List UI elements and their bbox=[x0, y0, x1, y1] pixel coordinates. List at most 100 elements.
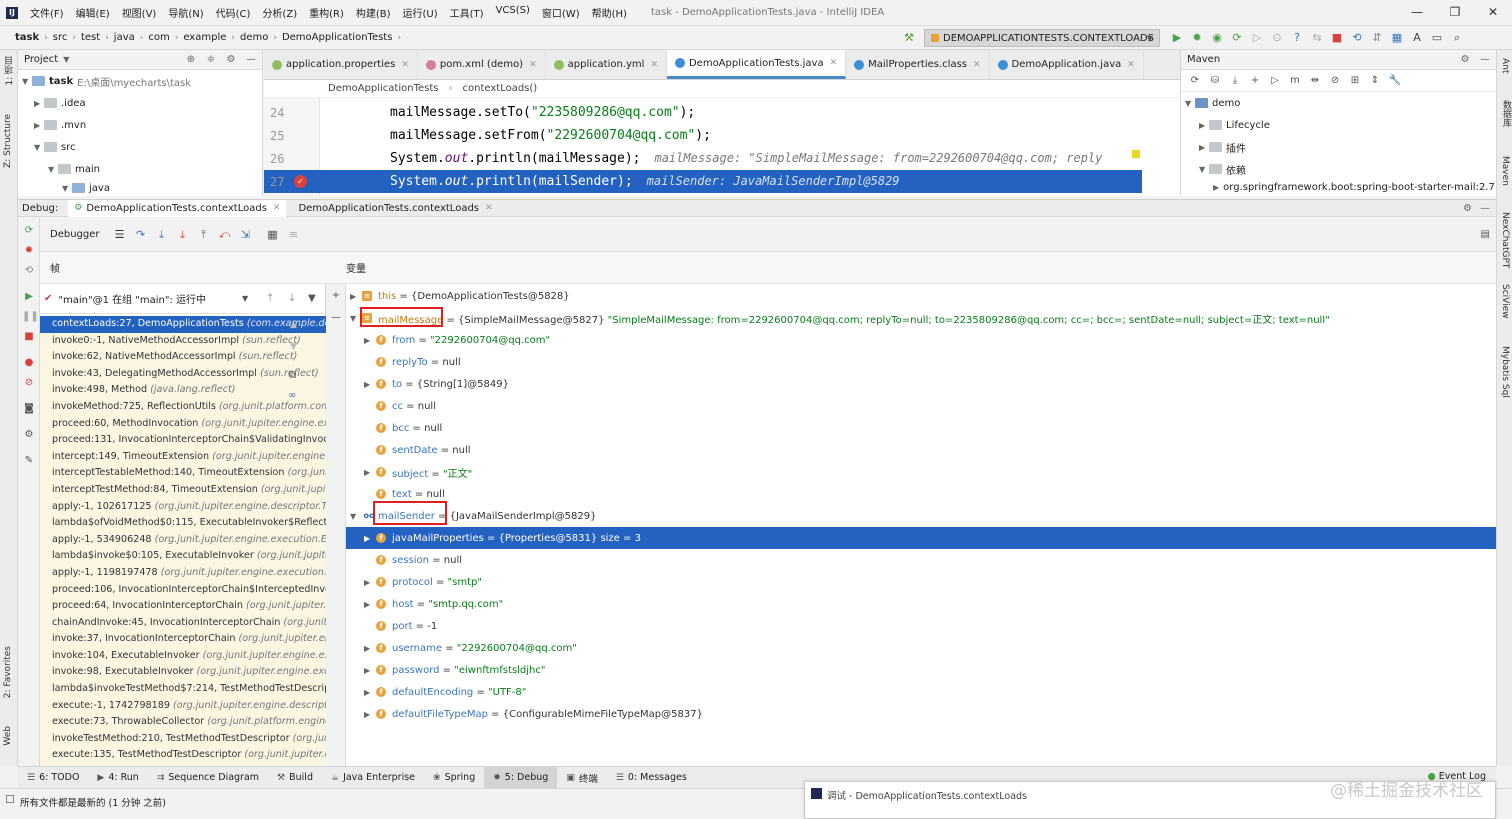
arrow-up-icon[interactable]: ▲ bbox=[290, 320, 297, 330]
variable-row[interactable]: f session = null bbox=[346, 549, 1496, 571]
breadcrumb-class[interactable]: DemoApplicationTests bbox=[328, 83, 439, 94]
variable-row[interactable]: ▶ f subject = "正文" bbox=[346, 461, 1496, 483]
mybatis-tool-tab[interactable]: Mybatis Sql bbox=[1500, 346, 1510, 398]
help-icon[interactable]: ? bbox=[1288, 30, 1306, 46]
bottom-tab-todo[interactable]: ☰ 6: TODO bbox=[18, 767, 88, 789]
stack-frame[interactable]: proceed:106, InvocationInterceptorChain$… bbox=[40, 582, 326, 599]
stack-frame[interactable]: lambda$invokeTestMethod$7:214, TestMetho… bbox=[40, 681, 326, 698]
editor-tab[interactable]: MailProperties.class ✕ bbox=[846, 50, 990, 79]
nexchatgpt-tool-tab[interactable]: NexChatGPT bbox=[1500, 212, 1510, 268]
variable-row[interactable]: f replyTo = null bbox=[346, 351, 1496, 373]
gear-icon[interactable]: ⚙ bbox=[22, 428, 36, 442]
variable-row[interactable]: ▼ ≡ mailMessage = {SimpleMailMessage@5827}… bbox=[346, 307, 1496, 329]
stack-frame[interactable]: apply:-1, 102617125 (org.junit.jupiter.e… bbox=[40, 499, 326, 516]
add-icon[interactable]: + bbox=[1247, 74, 1263, 88]
step-into-icon[interactable]: ⤓ bbox=[154, 227, 170, 243]
menu-item[interactable]: 构建(B) bbox=[350, 5, 397, 20]
structure-tool-tab[interactable]: Z: Structure bbox=[3, 114, 13, 168]
variable-row[interactable]: ▶ ≡ this = {DemoApplicationTests@5828} bbox=[346, 285, 1496, 307]
breadcrumb-item[interactable]: java bbox=[111, 32, 138, 43]
stack-frame[interactable]: interceptTestableMethod:140, TimeoutExte… bbox=[40, 465, 326, 482]
chevron-right-icon[interactable]: ▶ bbox=[364, 644, 370, 653]
editor-tab[interactable]: DemoApplicationTests.java ✕ bbox=[666, 50, 847, 79]
stack-frame[interactable]: contextLoads:27, DemoApplicationTests (c… bbox=[40, 316, 326, 333]
stack-frame[interactable]: apply:-1, 1198197478 (org.junit.jupiter.… bbox=[40, 565, 326, 582]
menu-item[interactable]: VCS(S) bbox=[490, 5, 536, 20]
bottom-tab-sequence-diagram[interactable]: ⇉ Sequence Diagram bbox=[148, 767, 268, 789]
thread-selector[interactable]: ✔ "main"@1 在组 "main": 运行中 ▼ ↑ ↓ ▼ bbox=[40, 284, 325, 314]
maven-item-demo[interactable]: ▼ demo bbox=[1181, 92, 1496, 114]
toggle-offline-icon[interactable]: ⇹ bbox=[1307, 74, 1323, 88]
variable-row[interactable]: ▼ oo mailSender = {JavaMailSenderImpl@5829… bbox=[346, 505, 1496, 527]
rerun-icon[interactable]: ⇆ bbox=[1308, 30, 1326, 46]
maven-tool-tab[interactable]: Maven bbox=[1500, 156, 1510, 186]
variable-row[interactable]: ▶ f javaMailProperties = {Properties@5831}… bbox=[346, 527, 1496, 549]
chevron-down-icon[interactable]: ▼ bbox=[242, 294, 248, 303]
maven-item-dependencies[interactable]: ▼ 依赖 bbox=[1181, 158, 1496, 180]
run-icon[interactable]: ▶ bbox=[1168, 30, 1186, 46]
variable-row[interactable]: ▶ f defaultEncoding = "UTF-8" bbox=[346, 681, 1496, 703]
ant-tool-tab[interactable]: Ant bbox=[1500, 58, 1510, 73]
maven-item-lifecycle[interactable]: ▶ Lifecycle bbox=[1181, 114, 1496, 136]
collapse-icon[interactable]: ⇕ bbox=[1367, 74, 1383, 88]
tree-item-root[interactable]: ▼ task E:\桌面\myecharts\task bbox=[18, 70, 262, 92]
pause-icon[interactable]: ❚❚ bbox=[22, 310, 39, 324]
evaluate-icon[interactable]: ▦ bbox=[265, 227, 281, 243]
bottom-tab-run[interactable]: ▶ 4: Run bbox=[88, 767, 147, 789]
breadcrumb-item[interactable]: example bbox=[180, 32, 229, 43]
variable-row[interactable]: ▶ f to = {String[1]@5849} bbox=[346, 373, 1496, 395]
stack-frame[interactable]: execute:-1, 1742798189 (org.junit.jupite… bbox=[40, 698, 326, 715]
menu-item[interactable]: 代码(C) bbox=[210, 5, 257, 20]
tree-item-main[interactable]: ▼ main bbox=[18, 158, 262, 180]
update-icon[interactable]: ⟲ bbox=[1348, 30, 1366, 46]
stack-frame[interactable]: invoke0:-1, NativeMethodAccessorImpl (su… bbox=[40, 333, 326, 350]
stack-frame[interactable]: invoke:37, InvocationInterceptorChain (o… bbox=[40, 631, 326, 648]
show-dependencies-icon[interactable]: ⊞ bbox=[1347, 74, 1363, 88]
trace-icon[interactable]: ≡ bbox=[286, 227, 302, 243]
breakpoint-icon[interactable]: ✓ bbox=[294, 175, 307, 188]
view-breakpoints-icon[interactable]: ● bbox=[22, 356, 36, 370]
stack-frame[interactable]: invoke:104, ExecutableInvoker (org.junit… bbox=[40, 648, 326, 665]
variable-row[interactable]: f sentDate = null bbox=[346, 439, 1496, 461]
breadcrumb-item[interactable]: task bbox=[12, 32, 42, 43]
sciview-tool-tab[interactable]: SciView bbox=[1500, 284, 1510, 319]
web-tool-tab[interactable]: Web bbox=[3, 726, 13, 746]
chevron-right-icon[interactable]: ▶ bbox=[364, 666, 370, 675]
locate-icon[interactable]: ⊕ bbox=[184, 53, 198, 67]
chevron-right-icon[interactable]: ▶ bbox=[364, 468, 370, 477]
close-icon[interactable]: ✕ bbox=[485, 203, 493, 213]
hide-icon[interactable]: — bbox=[1478, 53, 1492, 67]
drop-frame-icon[interactable]: ⤺ bbox=[217, 227, 233, 243]
stack-frame[interactable]: invoke:62, NativeMethodAccessorImpl (sun… bbox=[40, 349, 326, 366]
chevron-right-icon[interactable]: ▶ bbox=[364, 600, 370, 609]
stop-icon[interactable]: ■ bbox=[22, 330, 36, 344]
stack-frame[interactable]: proceed:60, MethodInvocation (org.junit.… bbox=[40, 416, 326, 433]
chevron-right-icon[interactable]: ▶ bbox=[364, 688, 370, 697]
menu-icon[interactable]: ☰ bbox=[112, 227, 128, 243]
stop-icon[interactable]: ■ bbox=[1328, 30, 1346, 46]
variable-row[interactable]: ▶ f from = "2292600704@qq.com" bbox=[346, 329, 1496, 351]
run-icon[interactable]: ▷ bbox=[1267, 74, 1283, 88]
rerun-failed-icon[interactable]: ✹ bbox=[22, 244, 36, 258]
chevron-right-icon[interactable]: ▶ bbox=[364, 578, 370, 587]
close-icon[interactable]: ✕ bbox=[650, 60, 658, 70]
stack-frame[interactable]: proceed:131, InvocationInterceptorChain$… bbox=[40, 432, 326, 449]
variable-row[interactable]: f bcc = null bbox=[346, 417, 1496, 439]
database-tool-tab[interactable]: 数据库 bbox=[1500, 100, 1512, 127]
arrow-down-icon[interactable]: ↓ bbox=[288, 293, 296, 304]
editor-tab[interactable]: DemoApplication.java ✕ bbox=[990, 50, 1144, 79]
chevron-right-icon[interactable]: ▶ bbox=[364, 336, 370, 345]
arrow-up-icon[interactable]: ↑ bbox=[266, 293, 274, 304]
close-icon[interactable]: ✕ bbox=[273, 203, 281, 213]
tree-item-mvn[interactable]: ▶ .mvn bbox=[18, 114, 262, 136]
bottom-tab-messages[interactable]: ☰ 0: Messages bbox=[607, 767, 696, 789]
chevron-down-icon[interactable]: ▼ bbox=[63, 55, 69, 64]
rerun-icon[interactable]: ⟳ bbox=[22, 224, 36, 238]
variable-row[interactable]: f cc = null bbox=[346, 395, 1496, 417]
code-area[interactable]: 24 mailMessage.setTo("2235809286@qq.com")… bbox=[264, 98, 1180, 196]
stack-frame[interactable]: proceed:64, InvocationInterceptorChain (… bbox=[40, 598, 326, 615]
menu-item[interactable]: 导航(N) bbox=[162, 5, 209, 20]
chevron-right-icon[interactable]: ▶ bbox=[364, 710, 370, 719]
step-out-icon[interactable]: ⤒ bbox=[196, 227, 212, 243]
run-to-cursor-icon[interactable]: ⇲ bbox=[238, 227, 254, 243]
